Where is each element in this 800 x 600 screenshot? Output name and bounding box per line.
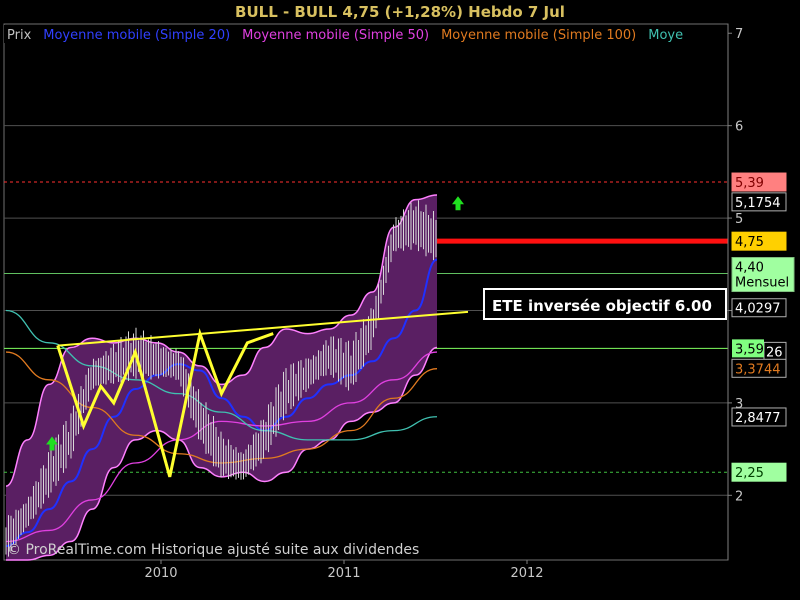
level-label-225: 2,25 bbox=[735, 466, 764, 481]
x-tick-label: 2010 bbox=[144, 566, 177, 581]
x-axis: 2010 2011 2012 bbox=[144, 560, 544, 581]
mensuel-value: 4,40 bbox=[735, 261, 764, 276]
level-label-359: 3,59 bbox=[735, 342, 764, 357]
level-label-475: 4,75 bbox=[735, 235, 764, 250]
annotation-box: ETE inversée objectif 6.00 bbox=[483, 288, 727, 320]
legend-entry: Moye bbox=[648, 28, 683, 43]
x-tick-label: 2012 bbox=[510, 566, 543, 581]
y-tick-label: 6 bbox=[735, 120, 743, 135]
y-tick-label: 7 bbox=[735, 27, 743, 42]
legend: Prix Moyenne mobile (Simple 20) Moyenne mo… bbox=[4, 24, 800, 44]
legend-entry: Prix bbox=[7, 28, 32, 43]
legend-entry: Moyenne mobile (Simple 100) bbox=[441, 28, 636, 43]
right-label-4: 2,8477 bbox=[735, 411, 781, 426]
y-tick-label: 2 bbox=[735, 489, 743, 504]
annotation-text: ETE inversée objectif 6.00 bbox=[492, 297, 712, 315]
right-label-3: 3,3744 bbox=[735, 362, 781, 377]
legend-entry: Moyenne mobile (Simple 20) bbox=[43, 28, 230, 43]
right-label-1: 4,0297 bbox=[735, 302, 781, 317]
x-tick-label: 2011 bbox=[327, 566, 360, 581]
price-chart[interactable]: Prix Moyenne mobile (Simple 20) Moyenne mo… bbox=[0, 0, 800, 600]
level-label-539: 5,39 bbox=[735, 176, 764, 191]
watermark: © ProRealTime.com Historique ajusté suit… bbox=[7, 542, 419, 558]
mensuel-label: Mensuel bbox=[735, 276, 789, 291]
right-label-0: 5,1754 bbox=[735, 196, 781, 211]
right-label-26: 26 bbox=[766, 345, 783, 360]
y-tick-label: 5 bbox=[735, 212, 743, 227]
legend-entry: Moyenne mobile (Simple 50) bbox=[242, 28, 429, 43]
